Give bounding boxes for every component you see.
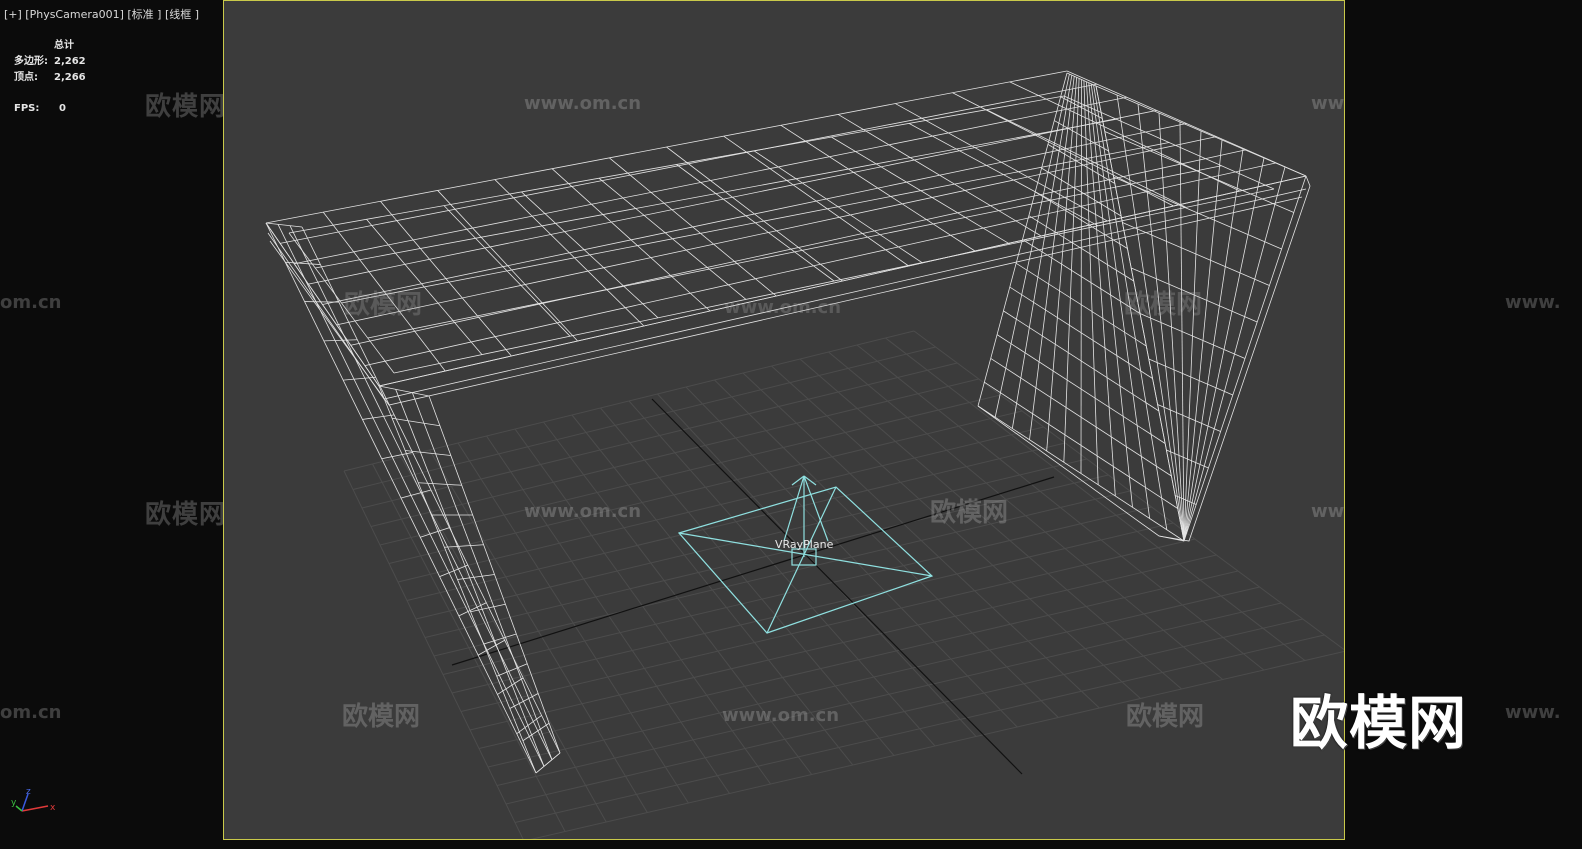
stats-fps: FPS: 0 — [14, 101, 86, 117]
table-top-rim — [393, 188, 1275, 374]
watermark-url: www.om.cn — [724, 297, 841, 318]
vertices-value: 2,266 — [54, 72, 86, 83]
watermark-url: www. — [1505, 292, 1561, 313]
left-leg-mesh — [285, 261, 321, 265]
fps-label: FPS: — [14, 103, 40, 114]
polygons-label: 多边形: — [14, 56, 48, 67]
watermark-url: www.om.cn — [1311, 501, 1345, 522]
watermark-text: 欧模网 — [344, 289, 422, 320]
watermark-url: www.om.cn — [524, 93, 641, 114]
fps-value: 0 — [59, 103, 66, 114]
table-top-mesh — [265, 70, 1068, 224]
grid-line — [856, 344, 1265, 671]
left-leg-mesh — [304, 301, 339, 303]
scene-canvas[interactable]: VRayPlane www.om.cn www.om.cn 欧模网 www.om… — [224, 1, 1345, 840]
watermark-url: om.cn — [0, 292, 62, 313]
watermark-text: 欧模网 — [930, 497, 1008, 528]
vertices-label: 顶点: — [14, 72, 38, 83]
polygons-value: 2,262 — [54, 56, 86, 67]
watermark-text: 欧模网 — [145, 92, 227, 122]
table-wireframe — [265, 70, 1311, 774]
watermark-url: om.cn — [0, 702, 62, 723]
grid-line — [496, 602, 1282, 786]
left-leg-mesh — [265, 222, 303, 228]
watermark-text: 欧模网 — [145, 500, 227, 530]
watermark-text: 欧模网 — [1126, 701, 1204, 732]
axis-z-label: z — [26, 787, 31, 797]
vray-plane-label: VRayPlane — [775, 538, 834, 551]
axis-tripod-icon: x z y — [11, 787, 56, 813]
table-top-mesh — [294, 96, 1127, 265]
table-top-mesh — [280, 83, 1097, 244]
table-top-mesh — [364, 162, 1277, 367]
left-leg-mesh — [418, 482, 462, 486]
viewport-label[interactable]: [+] [PhysCamera001] [标准 ] [线框 ] — [4, 6, 199, 22]
3d-viewport[interactable]: VRayPlane www.om.cn www.om.cn 欧模网 www.om… — [223, 0, 1345, 840]
left-leg-mesh — [400, 489, 432, 499]
left-leg-mesh — [509, 693, 539, 709]
watermark-url: www.om.cn — [722, 705, 839, 726]
axis-x-label: x — [50, 803, 56, 813]
brand-logo: 欧模网 — [1290, 689, 1468, 757]
table-top-rim — [288, 95, 1065, 234]
stats-header: 总计 — [54, 40, 74, 51]
statistics-panel: 总计 多边形: 2,262 顶点: 2,266 FPS: 0 — [14, 38, 86, 117]
left-leg-mesh — [323, 339, 358, 342]
watermark-text: 欧模网 — [1124, 289, 1202, 320]
left-leg-mesh — [457, 574, 495, 580]
ground-grid — [343, 330, 1344, 839]
stats-vertices: 顶点: 2,266 — [14, 70, 86, 86]
axis-y-label: y — [11, 798, 17, 808]
stats-polygons: 多边形: 2,262 — [14, 54, 86, 70]
watermark-text: 欧模网 — [342, 701, 420, 732]
watermark-url: www.om.cn — [524, 501, 641, 522]
watermark-url: www. — [1505, 702, 1561, 723]
left-leg-mesh — [362, 414, 395, 420]
watermark-url: www.om.cn — [1311, 93, 1345, 114]
